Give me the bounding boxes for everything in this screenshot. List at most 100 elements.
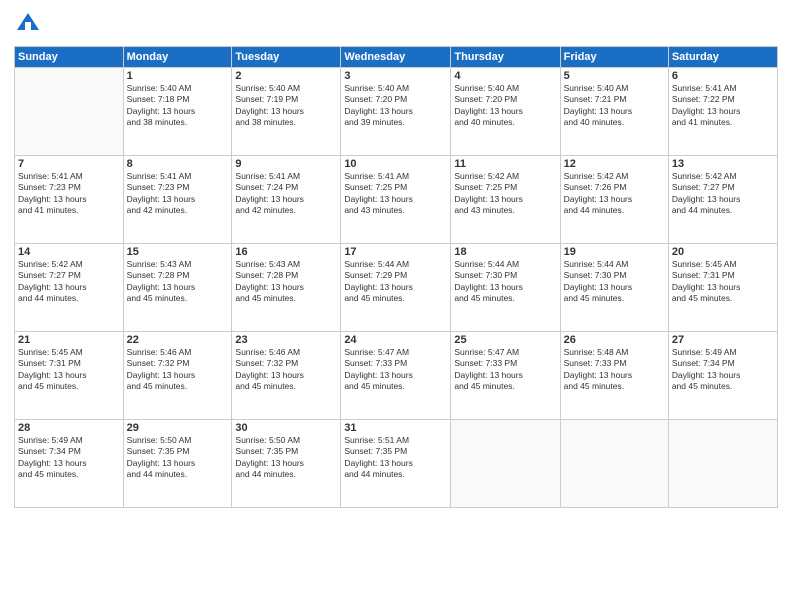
week-row-2: 7Sunrise: 5:41 AM Sunset: 7:23 PM Daylig…	[15, 156, 778, 244]
day-info: Sunrise: 5:50 AM Sunset: 7:35 PM Dayligh…	[127, 435, 229, 481]
header-saturday: Saturday	[668, 47, 777, 68]
day-cell	[668, 420, 777, 508]
header-wednesday: Wednesday	[341, 47, 451, 68]
header-thursday: Thursday	[451, 47, 560, 68]
day-number: 29	[127, 422, 229, 434]
day-number: 10	[344, 158, 447, 170]
day-number: 1	[127, 70, 229, 82]
header-friday: Friday	[560, 47, 668, 68]
day-cell: 25Sunrise: 5:47 AM Sunset: 7:33 PM Dayli…	[451, 332, 560, 420]
day-info: Sunrise: 5:41 AM Sunset: 7:22 PM Dayligh…	[672, 83, 774, 129]
day-cell: 29Sunrise: 5:50 AM Sunset: 7:35 PM Dayli…	[123, 420, 232, 508]
day-info: Sunrise: 5:43 AM Sunset: 7:28 PM Dayligh…	[127, 259, 229, 305]
day-info: Sunrise: 5:46 AM Sunset: 7:32 PM Dayligh…	[127, 347, 229, 393]
day-number: 9	[235, 158, 337, 170]
day-cell	[15, 68, 124, 156]
day-cell: 3Sunrise: 5:40 AM Sunset: 7:20 PM Daylig…	[341, 68, 451, 156]
day-info: Sunrise: 5:44 AM Sunset: 7:30 PM Dayligh…	[564, 259, 665, 305]
day-cell: 28Sunrise: 5:49 AM Sunset: 7:34 PM Dayli…	[15, 420, 124, 508]
day-info: Sunrise: 5:46 AM Sunset: 7:32 PM Dayligh…	[235, 347, 337, 393]
day-number: 28	[18, 422, 120, 434]
day-number: 8	[127, 158, 229, 170]
day-cell: 22Sunrise: 5:46 AM Sunset: 7:32 PM Dayli…	[123, 332, 232, 420]
day-info: Sunrise: 5:45 AM Sunset: 7:31 PM Dayligh…	[18, 347, 120, 393]
header-monday: Monday	[123, 47, 232, 68]
day-number: 30	[235, 422, 337, 434]
day-number: 4	[454, 70, 556, 82]
day-cell: 16Sunrise: 5:43 AM Sunset: 7:28 PM Dayli…	[232, 244, 341, 332]
day-info: Sunrise: 5:47 AM Sunset: 7:33 PM Dayligh…	[454, 347, 556, 393]
day-number: 12	[564, 158, 665, 170]
day-cell: 1Sunrise: 5:40 AM Sunset: 7:18 PM Daylig…	[123, 68, 232, 156]
day-info: Sunrise: 5:41 AM Sunset: 7:24 PM Dayligh…	[235, 171, 337, 217]
day-info: Sunrise: 5:45 AM Sunset: 7:31 PM Dayligh…	[672, 259, 774, 305]
day-info: Sunrise: 5:41 AM Sunset: 7:23 PM Dayligh…	[18, 171, 120, 217]
day-cell: 20Sunrise: 5:45 AM Sunset: 7:31 PM Dayli…	[668, 244, 777, 332]
day-number: 24	[344, 334, 447, 346]
day-info: Sunrise: 5:42 AM Sunset: 7:27 PM Dayligh…	[672, 171, 774, 217]
day-cell: 4Sunrise: 5:40 AM Sunset: 7:20 PM Daylig…	[451, 68, 560, 156]
day-number: 15	[127, 246, 229, 258]
day-info: Sunrise: 5:41 AM Sunset: 7:23 PM Dayligh…	[127, 171, 229, 217]
day-cell	[451, 420, 560, 508]
day-number: 3	[344, 70, 447, 82]
calendar: SundayMondayTuesdayWednesdayThursdayFrid…	[14, 46, 778, 508]
day-cell: 11Sunrise: 5:42 AM Sunset: 7:25 PM Dayli…	[451, 156, 560, 244]
day-number: 21	[18, 334, 120, 346]
day-cell: 7Sunrise: 5:41 AM Sunset: 7:23 PM Daylig…	[15, 156, 124, 244]
week-row-1: 1Sunrise: 5:40 AM Sunset: 7:18 PM Daylig…	[15, 68, 778, 156]
day-info: Sunrise: 5:41 AM Sunset: 7:25 PM Dayligh…	[344, 171, 447, 217]
day-number: 20	[672, 246, 774, 258]
day-info: Sunrise: 5:40 AM Sunset: 7:21 PM Dayligh…	[564, 83, 665, 129]
calendar-header-row: SundayMondayTuesdayWednesdayThursdayFrid…	[15, 47, 778, 68]
day-info: Sunrise: 5:49 AM Sunset: 7:34 PM Dayligh…	[18, 435, 120, 481]
day-info: Sunrise: 5:40 AM Sunset: 7:20 PM Dayligh…	[344, 83, 447, 129]
day-cell: 23Sunrise: 5:46 AM Sunset: 7:32 PM Dayli…	[232, 332, 341, 420]
day-cell: 21Sunrise: 5:45 AM Sunset: 7:31 PM Dayli…	[15, 332, 124, 420]
day-number: 23	[235, 334, 337, 346]
day-info: Sunrise: 5:42 AM Sunset: 7:27 PM Dayligh…	[18, 259, 120, 305]
day-cell: 14Sunrise: 5:42 AM Sunset: 7:27 PM Dayli…	[15, 244, 124, 332]
day-info: Sunrise: 5:50 AM Sunset: 7:35 PM Dayligh…	[235, 435, 337, 481]
logo-icon	[14, 10, 42, 38]
day-cell: 26Sunrise: 5:48 AM Sunset: 7:33 PM Dayli…	[560, 332, 668, 420]
day-info: Sunrise: 5:42 AM Sunset: 7:25 PM Dayligh…	[454, 171, 556, 217]
day-cell: 6Sunrise: 5:41 AM Sunset: 7:22 PM Daylig…	[668, 68, 777, 156]
day-number: 7	[18, 158, 120, 170]
day-cell: 18Sunrise: 5:44 AM Sunset: 7:30 PM Dayli…	[451, 244, 560, 332]
page: SundayMondayTuesdayWednesdayThursdayFrid…	[0, 0, 792, 612]
day-number: 5	[564, 70, 665, 82]
day-info: Sunrise: 5:48 AM Sunset: 7:33 PM Dayligh…	[564, 347, 665, 393]
day-number: 11	[454, 158, 556, 170]
day-number: 18	[454, 246, 556, 258]
day-info: Sunrise: 5:49 AM Sunset: 7:34 PM Dayligh…	[672, 347, 774, 393]
day-cell: 31Sunrise: 5:51 AM Sunset: 7:35 PM Dayli…	[341, 420, 451, 508]
day-number: 13	[672, 158, 774, 170]
day-info: Sunrise: 5:43 AM Sunset: 7:28 PM Dayligh…	[235, 259, 337, 305]
header-tuesday: Tuesday	[232, 47, 341, 68]
day-cell: 13Sunrise: 5:42 AM Sunset: 7:27 PM Dayli…	[668, 156, 777, 244]
day-info: Sunrise: 5:42 AM Sunset: 7:26 PM Dayligh…	[564, 171, 665, 217]
week-row-4: 21Sunrise: 5:45 AM Sunset: 7:31 PM Dayli…	[15, 332, 778, 420]
day-info: Sunrise: 5:44 AM Sunset: 7:30 PM Dayligh…	[454, 259, 556, 305]
day-cell: 9Sunrise: 5:41 AM Sunset: 7:24 PM Daylig…	[232, 156, 341, 244]
header	[14, 10, 778, 38]
day-number: 31	[344, 422, 447, 434]
week-row-5: 28Sunrise: 5:49 AM Sunset: 7:34 PM Dayli…	[15, 420, 778, 508]
day-number: 17	[344, 246, 447, 258]
day-cell: 5Sunrise: 5:40 AM Sunset: 7:21 PM Daylig…	[560, 68, 668, 156]
day-cell: 8Sunrise: 5:41 AM Sunset: 7:23 PM Daylig…	[123, 156, 232, 244]
day-number: 6	[672, 70, 774, 82]
day-number: 25	[454, 334, 556, 346]
day-cell	[560, 420, 668, 508]
day-cell: 19Sunrise: 5:44 AM Sunset: 7:30 PM Dayli…	[560, 244, 668, 332]
day-cell: 10Sunrise: 5:41 AM Sunset: 7:25 PM Dayli…	[341, 156, 451, 244]
day-cell: 24Sunrise: 5:47 AM Sunset: 7:33 PM Dayli…	[341, 332, 451, 420]
day-number: 19	[564, 246, 665, 258]
day-info: Sunrise: 5:40 AM Sunset: 7:19 PM Dayligh…	[235, 83, 337, 129]
day-cell: 12Sunrise: 5:42 AM Sunset: 7:26 PM Dayli…	[560, 156, 668, 244]
day-number: 14	[18, 246, 120, 258]
day-cell: 30Sunrise: 5:50 AM Sunset: 7:35 PM Dayli…	[232, 420, 341, 508]
week-row-3: 14Sunrise: 5:42 AM Sunset: 7:27 PM Dayli…	[15, 244, 778, 332]
day-info: Sunrise: 5:40 AM Sunset: 7:18 PM Dayligh…	[127, 83, 229, 129]
